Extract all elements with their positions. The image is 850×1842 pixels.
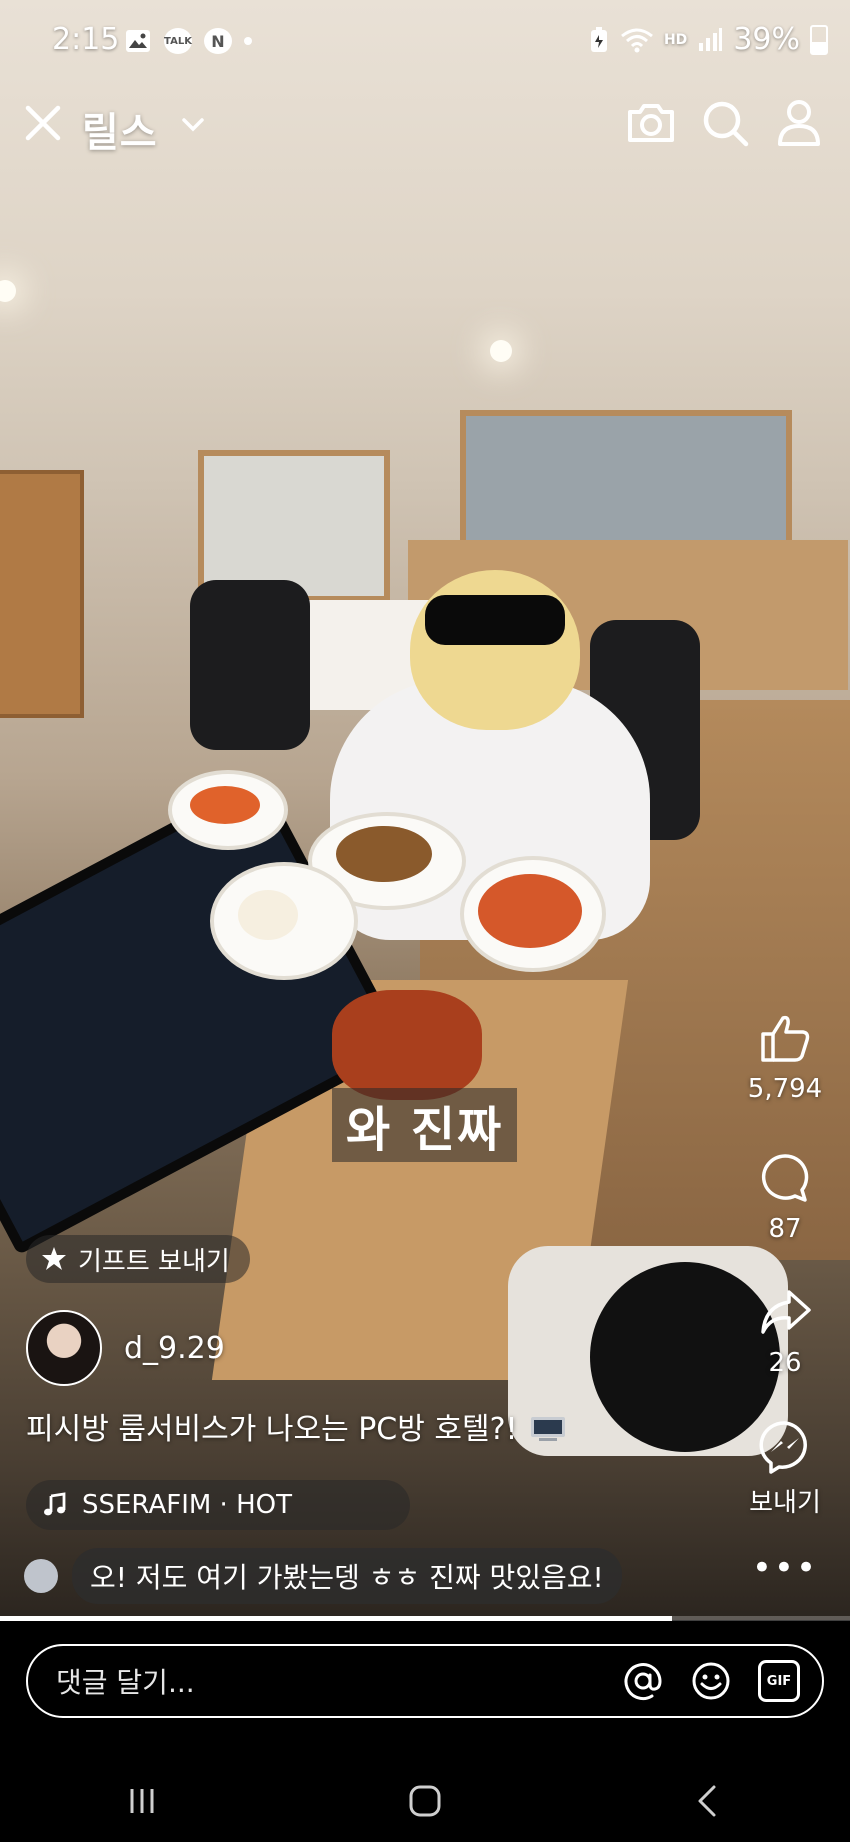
video-progress[interactable] xyxy=(0,1616,850,1621)
camera-icon[interactable] xyxy=(624,96,678,150)
search-icon[interactable] xyxy=(698,96,752,150)
computer-emoji-icon xyxy=(531,1417,566,1441)
star-icon xyxy=(42,1247,66,1270)
video-progress-fill xyxy=(0,1616,672,1621)
caption-text: 피시방 룸서비스가 나오는 PC방 호텔?! xyxy=(26,1412,518,1447)
share-icon[interactable] xyxy=(757,1284,813,1340)
status-time: 2:15 xyxy=(52,22,120,57)
person-hair xyxy=(410,570,580,730)
close-icon[interactable] xyxy=(20,100,66,146)
signal-icon xyxy=(699,27,723,51)
more-options-icon[interactable]: ••• xyxy=(752,1548,818,1588)
naver-label: N xyxy=(211,31,225,51)
ceiling-light xyxy=(0,280,16,302)
gif-label: GIF xyxy=(766,1673,792,1689)
gif-icon[interactable]: GIF xyxy=(758,1660,800,1702)
username[interactable]: d_9.29 xyxy=(124,1331,225,1366)
battery-icon xyxy=(810,24,828,55)
status-bar: 2:15 TALK N HD 39% xyxy=(0,0,850,82)
kakaotalk-icon: TALK xyxy=(164,28,192,54)
comment-placeholder[interactable]: 댓글 달기... xyxy=(56,1661,596,1701)
comment-icon[interactable] xyxy=(757,1150,813,1206)
hd-voice-label: HD xyxy=(663,31,688,48)
top-comment-text[interactable]: 오! 저도 여기 가봤는뎅 ㅎㅎ 진짜 맛있음요! xyxy=(72,1548,622,1604)
food xyxy=(478,874,582,948)
food xyxy=(332,990,482,1100)
wifi-icon xyxy=(621,28,653,52)
send-label: 보내기 xyxy=(749,1488,821,1518)
comment-input[interactable]: 댓글 달기... GIF xyxy=(26,1644,824,1718)
food xyxy=(190,786,260,824)
comment-button[interactable]: 87 xyxy=(730,1150,840,1244)
system-nav-bar xyxy=(0,1760,850,1842)
music-note-icon xyxy=(44,1492,66,1516)
status-notification-icons: TALK N xyxy=(124,28,252,54)
food xyxy=(238,890,298,940)
like-count: 5,794 xyxy=(747,1074,823,1104)
chair xyxy=(190,580,310,750)
back-icon[interactable] xyxy=(688,1781,728,1821)
like-button[interactable]: 5,794 xyxy=(730,1010,840,1104)
sunglasses xyxy=(425,595,565,645)
video-subtitle: 와 진짜 xyxy=(332,1088,518,1162)
audio-track-button[interactable]: SSERAFIM · HOT xyxy=(26,1480,410,1530)
send-button[interactable]: 보내기 xyxy=(730,1418,840,1519)
share-count: 26 xyxy=(768,1348,802,1378)
top-comment[interactable]: 오! 저도 여기 가봤는뎅 ㅎㅎ 진짜 맛있음요! xyxy=(24,1548,622,1604)
door xyxy=(0,470,84,718)
ceiling-light xyxy=(490,340,512,362)
send-gift-button[interactable]: 기프트 보내기 xyxy=(26,1235,250,1283)
author-row[interactable]: d_9.29 xyxy=(26,1310,225,1386)
emoji-icon[interactable] xyxy=(690,1660,732,1702)
kakaotalk-label: TALK xyxy=(164,35,192,47)
food xyxy=(336,826,432,882)
battery-saver-icon xyxy=(590,26,607,52)
page-title[interactable]: 릴스 xyxy=(82,100,158,158)
profile-icon[interactable] xyxy=(772,96,826,150)
avatar[interactable] xyxy=(26,1310,102,1386)
more-notifications-dot xyxy=(244,37,252,45)
comment-count: 87 xyxy=(768,1214,802,1244)
gallery-icon xyxy=(124,28,152,54)
naver-icon: N xyxy=(204,28,232,54)
mention-icon[interactable] xyxy=(622,1660,664,1702)
reel-caption[interactable]: 피시방 룸서비스가 나오는 PC방 호텔?! xyxy=(26,1404,567,1448)
comment-avatar xyxy=(24,1559,58,1593)
status-right: HD 39% xyxy=(588,22,828,57)
share-button[interactable]: 26 xyxy=(730,1284,840,1378)
battery-percent: 39% xyxy=(733,22,800,57)
send-gift-label: 기프트 보내기 xyxy=(78,1246,230,1277)
messenger-icon[interactable] xyxy=(757,1418,813,1474)
audio-track-label: SSERAFIM · HOT xyxy=(82,1490,292,1520)
recent-apps-icon[interactable] xyxy=(122,1781,162,1821)
reels-header: 릴스 xyxy=(0,92,850,158)
home-icon[interactable] xyxy=(405,1781,445,1821)
chevron-down-icon[interactable] xyxy=(180,114,206,134)
thumbs-up-icon[interactable] xyxy=(757,1010,813,1066)
